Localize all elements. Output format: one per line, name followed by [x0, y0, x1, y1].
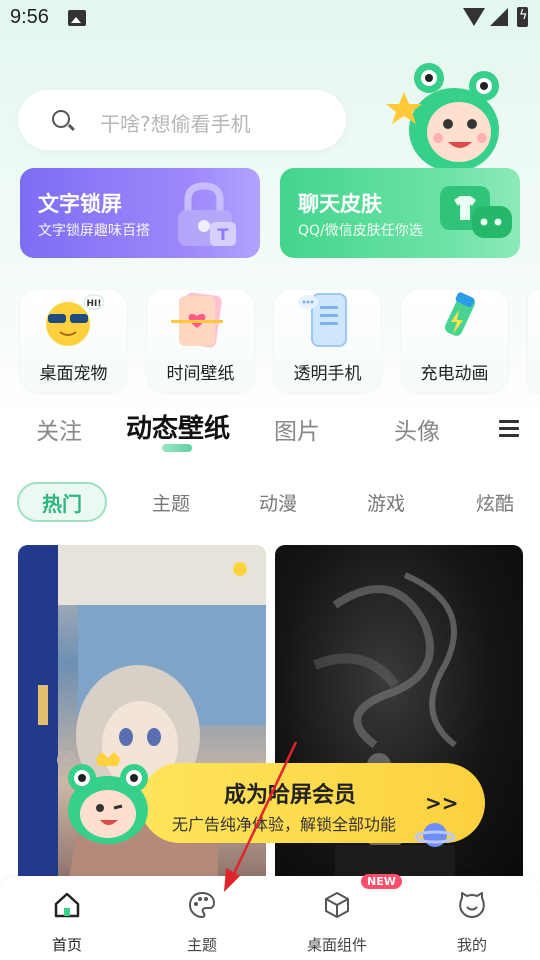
search-bar[interactable]: 干啥?想偷看手机 [18, 90, 346, 150]
nav-label: 我的 [456, 936, 487, 954]
promo-subtitle: 文字锁屏趣味百搭 [38, 223, 150, 239]
frog-mascot-crown-icon [68, 752, 148, 844]
chip-cool[interactable]: 炫酷 [476, 489, 514, 516]
svg-text:T: T [218, 225, 229, 244]
cube-icon [325, 892, 349, 918]
battery-bolt-icon [444, 292, 476, 336]
search-placeholder: 干啥?想偷看手机 [100, 112, 251, 136]
promo-title: 文字锁屏 [38, 192, 122, 216]
feature-desktop-pet[interactable]: HI! 桌面宠物 [20, 290, 127, 392]
image-notification-icon [68, 10, 86, 26]
tab-avatar[interactable]: 头像 [394, 412, 440, 446]
promo-chat-skin[interactable]: 聊天皮肤 QQ/微信皮肤任你选 [280, 168, 520, 258]
chip-theme[interactable]: 主题 [152, 489, 190, 516]
battery-charging-icon [517, 7, 528, 27]
chip-hot[interactable]: 热门 [17, 482, 107, 522]
chip-anime[interactable]: 动漫 [259, 489, 297, 516]
promo-subtitle: QQ/微信皮肤任你选 [298, 223, 423, 239]
vip-title: 成为哈屏会员 [224, 783, 357, 808]
promo-title: 聊天皮肤 [298, 192, 382, 216]
frog-mascot-icon[interactable] [384, 60, 514, 170]
bottom-nav: 首页 主题 桌面组件 我的 [0, 876, 540, 960]
tab-live-wallpaper[interactable]: 动态壁纸 [126, 408, 230, 445]
sun-pet-icon: HI! [46, 294, 104, 346]
vip-arrow-icon: >> [425, 791, 459, 815]
nav-theme[interactable]: 主题 [152, 890, 252, 955]
planet-icon [415, 823, 455, 847]
feature-partial[interactable] [528, 290, 540, 392]
feature-charging-animation[interactable]: 充电动画 [401, 290, 508, 392]
status-bar: 9:56 [0, 0, 540, 36]
nav-profile[interactable]: 我的 [422, 890, 522, 955]
chip-game[interactable]: 游戏 [367, 489, 405, 516]
feature-label: 桌面宠物 [39, 364, 108, 384]
home-icon [54, 892, 80, 918]
nav-label: 主题 [186, 936, 217, 954]
clock-wallpaper-icon [171, 292, 223, 348]
transparent-phone-icon [298, 293, 347, 347]
tab-images[interactable]: 图片 [274, 412, 320, 446]
feature-label: 透明手机 [293, 364, 362, 384]
new-badge: NEW [361, 874, 402, 889]
tab-follow[interactable]: 关注 [36, 412, 82, 446]
feature-time-wallpaper[interactable]: 时间壁纸 [147, 290, 254, 392]
wifi-icon [463, 8, 485, 26]
active-tab-indicator [162, 444, 192, 452]
nav-label: 首页 [51, 936, 82, 954]
chat-bubble-icon [440, 186, 512, 238]
feature-transparent-phone[interactable]: 透明手机 [274, 290, 381, 392]
nav-widgets[interactable]: 桌面组件 [287, 890, 387, 955]
svg-text:HI!: HI! [87, 299, 102, 309]
nav-home[interactable]: 首页 [17, 890, 117, 955]
lock-icon: T [178, 182, 236, 246]
face-icon [459, 892, 485, 918]
signal-icon [490, 8, 508, 26]
promo-text-lockscreen[interactable]: 文字锁屏 文字锁屏趣味百搭 T [20, 168, 260, 258]
status-time: 9:56 [10, 6, 49, 28]
palette-icon [188, 891, 216, 919]
nav-label: 桌面组件 [306, 936, 367, 954]
feature-label: 充电动画 [420, 364, 489, 384]
feature-label: 时间壁纸 [166, 364, 235, 384]
menu-icon[interactable] [499, 420, 519, 438]
vip-subtitle: 无广告纯净体验，解锁全部功能 [172, 815, 397, 834]
search-icon [52, 110, 70, 128]
